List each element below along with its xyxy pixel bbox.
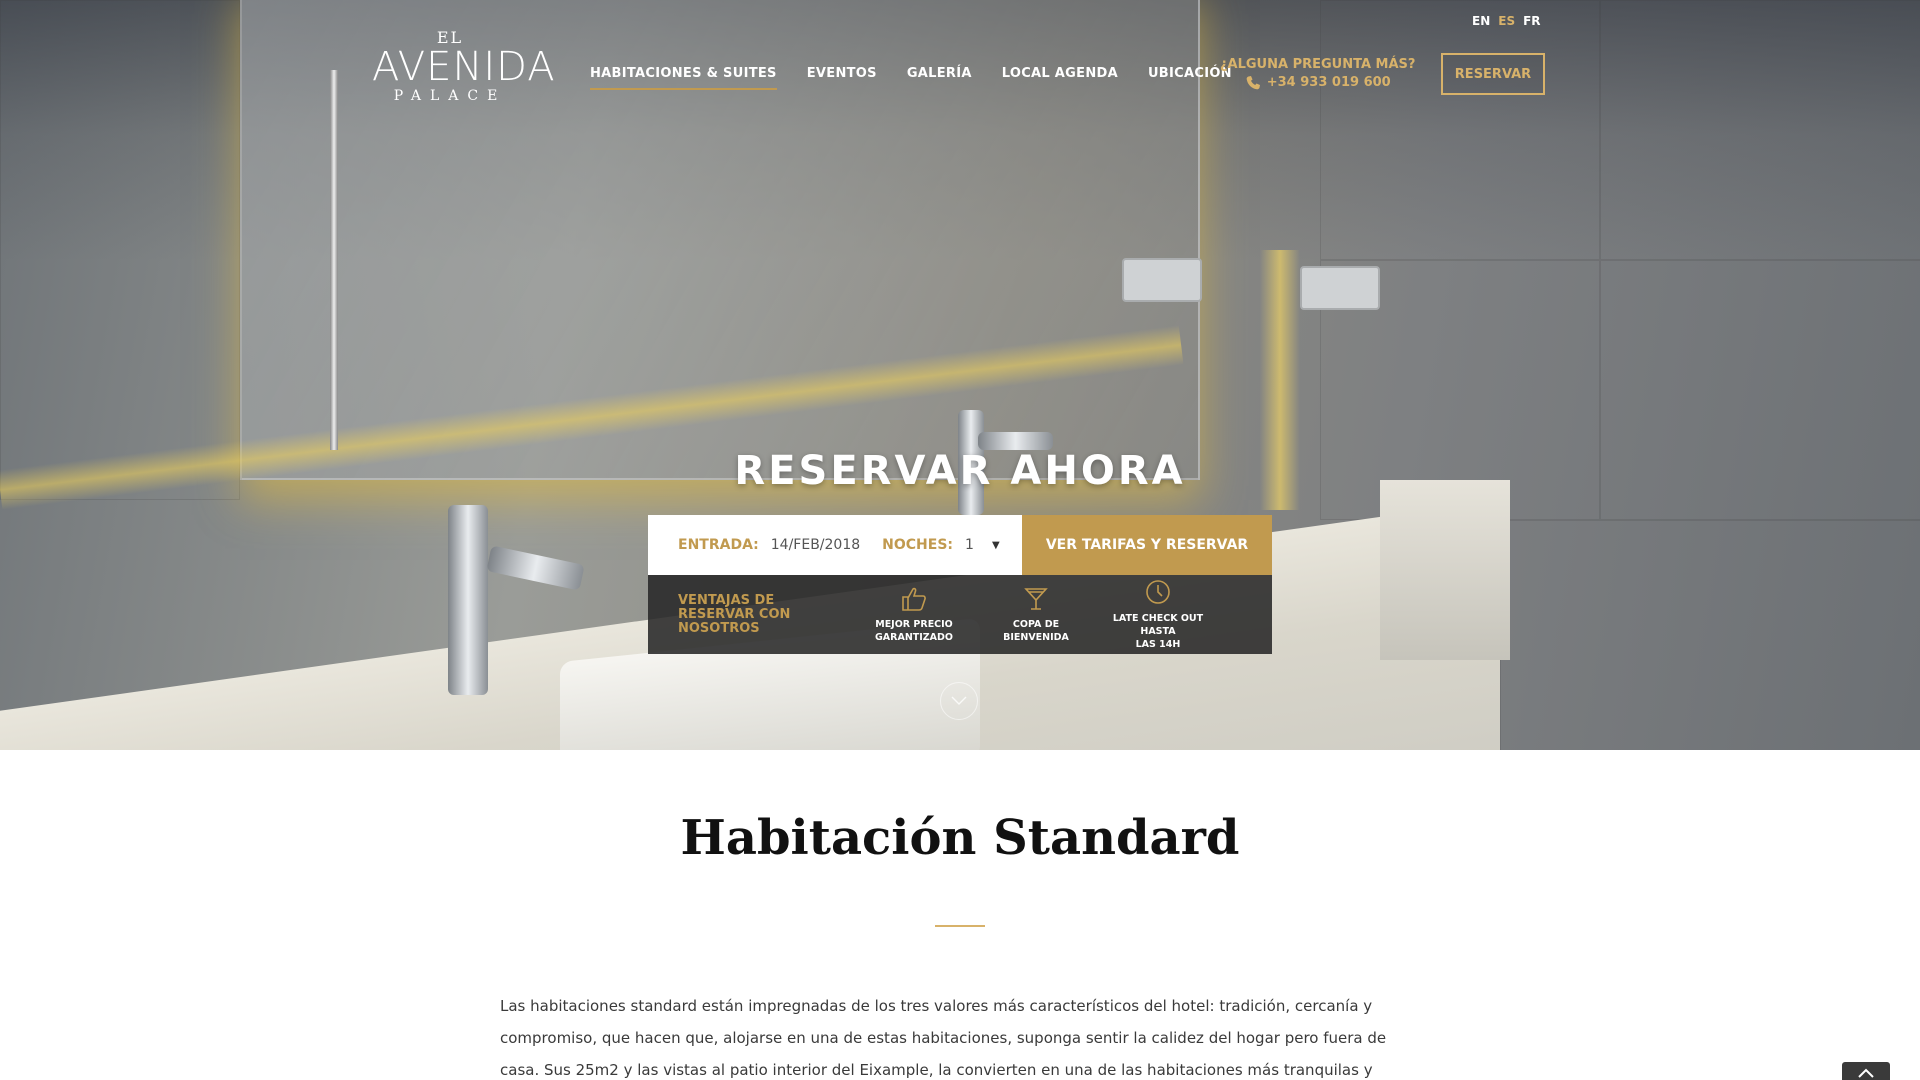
contact-question: ¿ALGUNA PREGUNTA MÁS?	[1220, 57, 1416, 72]
phone-icon	[1246, 76, 1260, 90]
back-to-top-button[interactable]	[1842, 1062, 1890, 1080]
shower-pipe	[330, 70, 338, 450]
benefit-welcome-drink: COPA DE BIENVENIDA	[975, 586, 1097, 644]
booking-title: RESERVAR AHORA	[734, 448, 1186, 494]
reservar-button[interactable]: RESERVAR	[1441, 53, 1545, 95]
cocktail-glass-icon	[1024, 587, 1048, 610]
benefits-bar: VENTAJAS DE RESERVAR CON NOSOTROS MEJOR …	[648, 575, 1272, 654]
vanity-counter-front	[1380, 480, 1510, 660]
language-switcher: EN ES FR	[1472, 14, 1541, 28]
clock-icon	[1146, 580, 1170, 604]
wall-tile	[1600, 0, 1920, 260]
caret-down-icon: ▼	[991, 539, 1000, 551]
benefit-3-line2: LAS 14H	[1135, 639, 1181, 650]
contact-block: ¿ALGUNA PREGUNTA MÁS? +34 933 019 600	[1220, 56, 1415, 92]
contact-phone: +34 933 019 600	[1266, 75, 1391, 90]
wall-tile	[0, 0, 240, 500]
benefit-late-checkout: LATE CHECK OUT HASTA LAS 14H	[1097, 578, 1219, 651]
ver-tarifas-button[interactable]: VER TARIFAS Y RESERVAR	[1022, 515, 1272, 575]
faucet	[448, 505, 488, 695]
noches-value: 1	[965, 537, 974, 553]
nav-galeria[interactable]: GALERÍA	[907, 66, 972, 90]
chevron-up-icon	[1858, 1068, 1874, 1078]
wall-tile	[1320, 0, 1600, 260]
booking-fields: ENTRADA: 14/FEB/2018 NOCHES: 1 ▼	[648, 515, 1022, 575]
thumbs-up-icon	[902, 587, 926, 611]
hotel-logo[interactable]: EL AVENIDA PALACE	[372, 28, 556, 104]
benefit-2-line2: BIENVENIDA	[1003, 631, 1069, 643]
scroll-down-button[interactable]	[940, 682, 978, 720]
benefit-2-line1: COPA DE	[1012, 618, 1060, 630]
benefit-1-line1: MEJOR PRECIO	[875, 618, 953, 630]
chevron-down-icon	[951, 696, 967, 705]
nav-habitaciones[interactable]: HABITACIONES & SUITES	[590, 66, 777, 90]
phone-link[interactable]: +34 933 019 600	[1220, 74, 1415, 92]
wall-tile	[1500, 520, 1920, 750]
logo-avenida: AVENIDA	[372, 44, 556, 90]
faucet-spout	[486, 545, 585, 591]
noches-label: NOCHES:	[882, 537, 954, 553]
entrada-date-input[interactable]: 14/FEB/2018	[771, 537, 860, 553]
nav-eventos[interactable]: EVENTOS	[807, 66, 877, 90]
benefit-1-line2: GARANTIZADO	[875, 631, 953, 643]
power-socket	[1300, 266, 1380, 310]
entrada-label: ENTRADA:	[678, 537, 759, 553]
benefit-3-line1: LATE CHECK OUT HASTA	[1112, 613, 1204, 637]
main-nav: HABITACIONES & SUITES EVENTOS GALERÍA LO…	[590, 66, 1232, 90]
page-title: Habitación Standard	[680, 810, 1240, 866]
noches-group: NOCHES: 1 ▼	[882, 537, 999, 553]
booking-form: ENTRADA: 14/FEB/2018 NOCHES: 1 ▼ VER TAR…	[648, 515, 1272, 575]
benefits-title: VENTAJAS DE RESERVAR CON NOSOTROS	[678, 592, 791, 636]
room-description: Las habitaciones standard están impregna…	[500, 997, 1387, 1079]
lang-en[interactable]: EN	[1472, 14, 1490, 28]
noches-select[interactable]: 1 ▼	[965, 537, 1000, 553]
title-divider	[935, 925, 985, 927]
power-socket	[1122, 258, 1202, 302]
lang-fr[interactable]: FR	[1523, 14, 1540, 28]
lang-es[interactable]: ES	[1498, 14, 1515, 28]
nav-local-agenda[interactable]: LOCAL AGENDA	[1002, 66, 1118, 90]
benefit-best-price: MEJOR PRECIO GARANTIZADO	[853, 586, 975, 644]
logo-palace: PALACE	[393, 88, 507, 104]
